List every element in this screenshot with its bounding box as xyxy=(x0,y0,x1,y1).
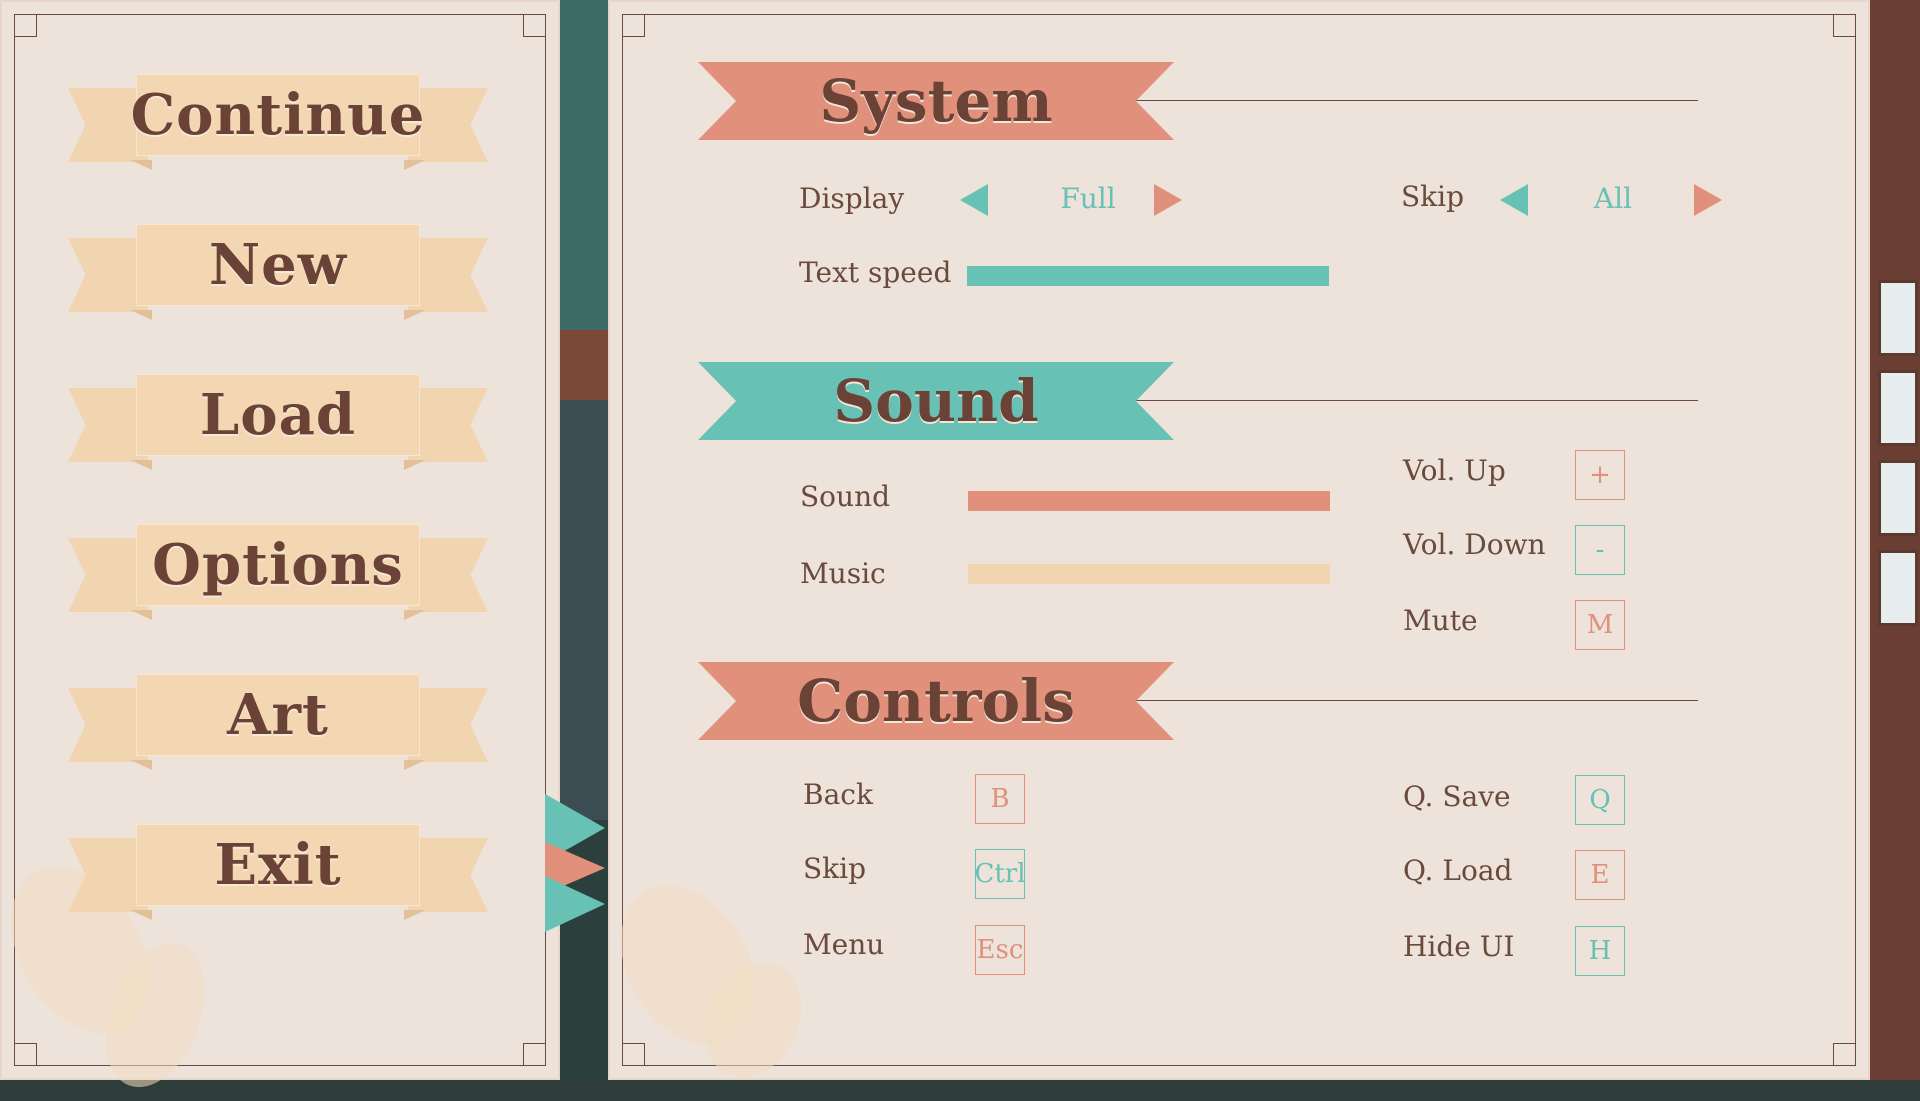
options-panel: System Display Full Skip All Text speed … xyxy=(593,0,1870,1094)
quick-save-key[interactable]: Q xyxy=(1575,775,1625,825)
load-label: Load xyxy=(136,374,420,456)
background-scene-right xyxy=(1870,0,1920,1080)
main-menu-panel: Continue New Load Options Art Exit xyxy=(0,0,560,1101)
options-button[interactable]: Options xyxy=(68,524,488,620)
quick-save-label: Q. Save xyxy=(1403,780,1511,813)
art-button[interactable]: Art xyxy=(68,674,488,770)
text-speed-label: Text speed xyxy=(799,256,952,289)
hide-ui-key[interactable]: H xyxy=(1575,926,1625,976)
sound-title: Sound xyxy=(698,362,1174,440)
music-volume-slider[interactable] xyxy=(968,564,1330,584)
page-arrow-bottom-icon[interactable] xyxy=(545,876,605,932)
quick-load-label: Q. Load xyxy=(1403,854,1513,887)
art-label: Art xyxy=(136,674,420,756)
sound-volume-slider[interactable] xyxy=(968,491,1330,511)
options-label: Options xyxy=(136,524,420,606)
music-label: Music xyxy=(800,557,886,590)
menu-key[interactable]: Esc xyxy=(975,925,1025,975)
back-key[interactable]: B xyxy=(975,774,1025,824)
sound-section-header: Sound xyxy=(698,362,1698,442)
skip-label: Skip xyxy=(1401,180,1465,213)
menu-label: Menu xyxy=(803,928,885,961)
continue-button[interactable]: Continue xyxy=(68,74,488,170)
mute-key[interactable]: M xyxy=(1575,600,1625,650)
new-game-button[interactable]: New xyxy=(68,224,488,320)
skip-prev-arrow-icon[interactable] xyxy=(1500,184,1528,216)
load-button[interactable]: Load xyxy=(68,374,488,470)
vol-up-key[interactable]: + xyxy=(1575,450,1625,500)
mute-label: Mute xyxy=(1403,604,1478,637)
new-label: New xyxy=(136,224,420,306)
sound-label: Sound xyxy=(800,480,891,513)
display-prev-arrow-icon[interactable] xyxy=(960,184,988,216)
hide-ui-label: Hide UI xyxy=(1403,930,1515,963)
exit-button[interactable]: Exit xyxy=(68,824,488,920)
quick-load-key[interactable]: E xyxy=(1575,850,1625,900)
controls-title: Controls xyxy=(698,662,1174,740)
skip-value: All xyxy=(1593,182,1633,215)
controls-section-header: Controls xyxy=(698,662,1698,742)
system-title: System xyxy=(698,62,1174,140)
vol-down-key[interactable]: - xyxy=(1575,525,1625,575)
vol-down-label: Vol. Down xyxy=(1403,528,1546,561)
continue-label: Continue xyxy=(131,74,424,156)
display-label: Display xyxy=(799,182,905,215)
back-label: Back xyxy=(803,778,873,811)
skip-control-label: Skip xyxy=(803,852,867,885)
vol-up-label: Vol. Up xyxy=(1403,454,1506,487)
exit-label: Exit xyxy=(136,824,420,906)
display-value: Full xyxy=(1060,182,1116,215)
system-section-header: System xyxy=(698,62,1698,142)
text-speed-slider[interactable] xyxy=(967,266,1329,286)
skip-key[interactable]: Ctrl xyxy=(974,849,1026,899)
display-next-arrow-icon[interactable] xyxy=(1154,184,1182,216)
skip-next-arrow-icon[interactable] xyxy=(1694,184,1722,216)
